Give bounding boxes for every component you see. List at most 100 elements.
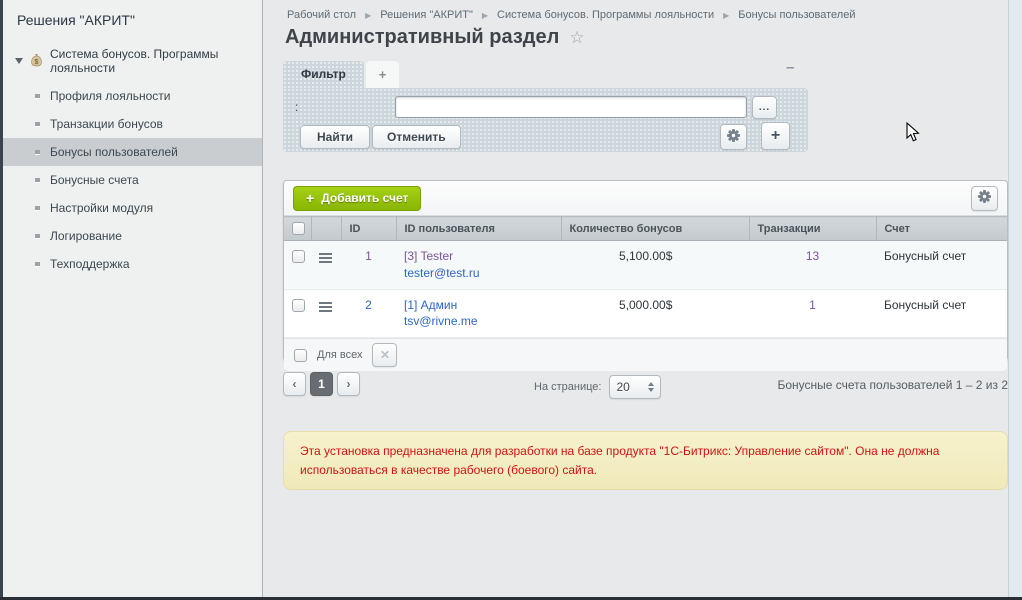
svg-text:$: $ (35, 59, 39, 66)
account-value: Бонусный счет (876, 241, 1007, 290)
page-1-button[interactable]: 1 (310, 372, 333, 396)
bullet-icon (35, 262, 40, 267)
filter-input[interactable] (395, 96, 747, 118)
plus-icon: + (306, 190, 314, 206)
gear-icon (727, 129, 740, 145)
filter-panel: : ... Найти Отменить + (283, 88, 808, 152)
pagination: ‹ 1 › (283, 372, 360, 396)
add-account-label: Добавить счет (321, 191, 408, 205)
bullet-icon (35, 234, 40, 239)
sidebar-item-label: Техподдержка (50, 257, 130, 271)
sidebar-item-support[interactable]: Техподдержка (3, 250, 262, 278)
sidebar-item-user-bonuses[interactable]: Бонусы пользователей (3, 138, 262, 166)
collapse-filter-button[interactable]: – (786, 59, 794, 76)
chevron-down-icon (15, 58, 23, 64)
favorite-star-icon[interactable]: ☆ (569, 28, 584, 48)
breadcrumb: Рабочий стол ▶ Решения "АКРИТ" ▶ Система… (287, 9, 855, 21)
for-all-checkbox[interactable] (294, 349, 307, 362)
filter-settings-button[interactable] (720, 124, 747, 150)
sidebar-title: Решения "АКРИТ" (3, 0, 262, 40)
breadcrumb-item-solutions[interactable]: Решения "АКРИТ" (380, 9, 473, 21)
sidebar: Решения "АКРИТ" $ Система бонусов. Прогр… (3, 0, 263, 597)
cancel-button[interactable]: Отменить (372, 125, 461, 149)
bonus-value: 5,100.00$ (561, 241, 749, 290)
column-header-user[interactable]: ID пользователя (396, 217, 561, 241)
bullet-icon (35, 122, 40, 127)
filter-plus-button[interactable]: + (761, 122, 790, 150)
row-checkbox[interactable] (292, 250, 305, 263)
row-id-link[interactable]: 2 (365, 298, 372, 312)
mouse-cursor (906, 122, 920, 148)
column-header-bonus[interactable]: Количество бонусов (561, 217, 749, 241)
prev-page-button[interactable]: ‹ (283, 372, 306, 396)
sidebar-item-label: Транзакции бонусов (50, 117, 163, 131)
breadcrumb-separator-icon: ▶ (723, 11, 729, 20)
account-value: Бонусный счет (876, 289, 1007, 338)
sidebar-item-profiles[interactable]: Профиля лояльности (3, 82, 262, 110)
sidebar-parent-item[interactable]: $ Система бонусов. Программы лояльности (3, 40, 262, 82)
breadcrumb-item-bonus-system[interactable]: Система бонусов. Программы лояльности (497, 9, 714, 21)
user-ref-link[interactable]: [3] Tester (404, 249, 453, 263)
table-header-row: ID ID пользователя Количество бонусов Тр… (284, 217, 1007, 241)
page-title: Административный раздел ☆ (285, 26, 585, 49)
for-all-label: Для всех (317, 349, 362, 361)
warning-banner: Эта установка предназначена для разработ… (283, 431, 1008, 490)
bullet-icon (35, 178, 40, 183)
add-filter-tab[interactable]: + (366, 61, 400, 89)
row-id-link[interactable]: 1 (365, 249, 372, 263)
user-ref-link[interactable]: [1] Админ (404, 298, 457, 312)
select-all-checkbox[interactable] (292, 222, 305, 235)
breadcrumb-separator-icon: ▶ (365, 11, 371, 20)
sidebar-item-bonus-accounts[interactable]: Бонусные счета (3, 166, 262, 194)
bullet-icon (35, 206, 40, 211)
table-row: 1 [3] Tester tester@test.ru 5,100.00$ 13… (284, 241, 1007, 290)
bonus-accounts-grid: + Добавить счет ID ID пользователя Колич… (283, 180, 1008, 361)
gear-icon (978, 190, 991, 206)
filter-more-button[interactable]: ... (752, 96, 777, 119)
grid-toolbar: + Добавить счет (284, 181, 1007, 216)
right-gutter (1008, 0, 1022, 597)
bonus-value: 5,000.00$ (561, 289, 749, 338)
find-button[interactable]: Найти (300, 125, 370, 149)
next-page-button[interactable]: › (337, 372, 360, 396)
column-header-id[interactable]: ID (341, 217, 396, 241)
tab-filter[interactable]: Фильтр (283, 61, 364, 89)
column-header-account[interactable]: Счет (876, 217, 1007, 241)
sidebar-item-label: Профиля лояльности (50, 89, 170, 103)
user-email-link[interactable]: tester@test.ru (404, 266, 480, 280)
results-counter: Бонусные счета пользователей 1 – 2 из 2 (600, 378, 1008, 392)
accounts-table: ID ID пользователя Количество бонусов Тр… (284, 216, 1007, 338)
menu-column-header (311, 217, 341, 241)
user-email-link[interactable]: tsv@rivne.me (404, 314, 478, 328)
breadcrumb-item-desktop[interactable]: Рабочий стол (287, 9, 356, 21)
breadcrumb-separator-icon: ▶ (482, 11, 488, 20)
column-header-transactions[interactable]: Транзакции (749, 217, 876, 241)
bullet-icon (35, 150, 40, 155)
moneybag-icon: $ (29, 53, 44, 70)
sidebar-item-label: Логирование (50, 229, 122, 243)
sidebar-item-label: Бонусы пользователей (50, 145, 178, 159)
select-all-cell (284, 217, 311, 241)
row-menu-icon[interactable] (319, 253, 332, 263)
transactions-link[interactable]: 1 (809, 298, 816, 312)
sidebar-item-transactions[interactable]: Транзакции бонусов (3, 110, 262, 138)
bullet-icon (35, 94, 40, 99)
filter-tabs: Фильтр + (283, 61, 399, 89)
breadcrumb-item-user-bonuses[interactable]: Бонусы пользователей (738, 9, 855, 21)
row-checkbox[interactable] (292, 299, 305, 312)
sidebar-item-label: Бонусные счета (50, 173, 139, 187)
add-account-button[interactable]: + Добавить счет (293, 186, 421, 211)
grid-settings-button[interactable] (971, 186, 998, 211)
sidebar-item-label: Настройки модуля (50, 201, 153, 215)
table-row: 2 [1] Админ tsv@rivne.me 5,000.00$ 1 Бон… (284, 289, 1007, 338)
clear-selection-button[interactable]: ✕ (372, 343, 397, 367)
per-page-label: На странице: (534, 381, 601, 393)
sidebar-item-module-settings[interactable]: Настройки модуля (3, 194, 262, 222)
filter-field-label: : (295, 100, 298, 114)
row-menu-icon[interactable] (319, 302, 332, 312)
transactions-link[interactable]: 13 (806, 249, 819, 263)
grid-footer: Для всех ✕ (284, 338, 1007, 371)
sidebar-parent-label: Система бонусов. Программы лояльности (50, 47, 252, 75)
sidebar-item-logging[interactable]: Логирование (3, 222, 262, 250)
page-title-text: Административный раздел (285, 26, 559, 49)
